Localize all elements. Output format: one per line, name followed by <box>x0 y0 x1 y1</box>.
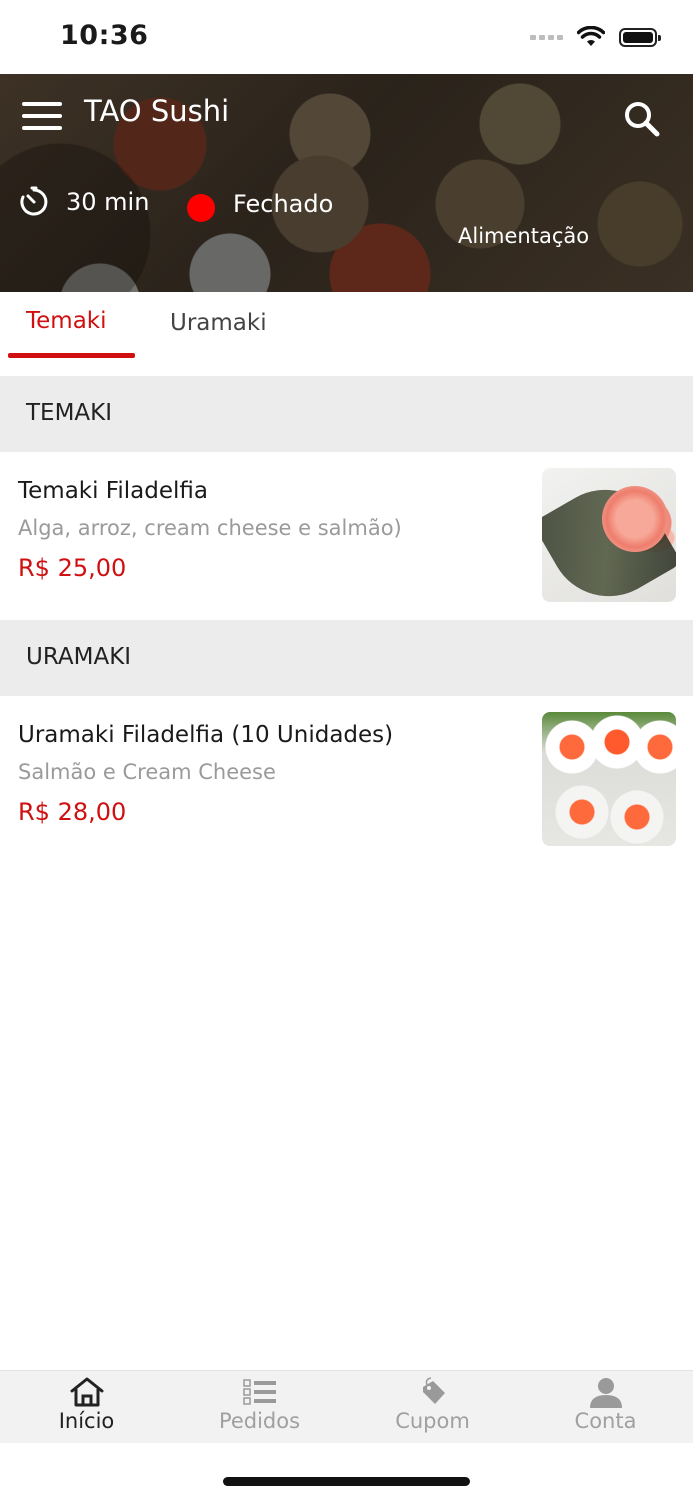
wifi-icon <box>577 26 605 46</box>
status-time: 10:36 <box>60 20 149 51</box>
product-price: R$ 25,00 <box>18 554 127 582</box>
tab-temaki[interactable]: Temaki <box>26 308 107 334</box>
category-tabs: Temaki Uramaki <box>0 292 693 376</box>
store-category: Alimentação <box>458 224 590 248</box>
product-description: Alga, arroz, cream cheese e salmão) <box>18 516 402 540</box>
nav-label: Conta <box>574 1409 637 1433</box>
tag-icon <box>422 1377 445 1404</box>
section-header-temaki: TEMAKI <box>0 376 693 452</box>
nav-item-conta[interactable]: Conta <box>519 1371 692 1443</box>
timer-icon <box>20 186 48 216</box>
store-status: Fechado <box>233 190 334 218</box>
tab-uramaki[interactable]: Uramaki <box>170 310 267 336</box>
status-bar: 10:36 <box>0 0 693 74</box>
section-title: TEMAKI <box>26 400 113 426</box>
product-item-uramaki-filadelfia[interactable]: Uramaki Filadelfia (10 Unidades) Salmão … <box>0 696 693 864</box>
delivery-time: 30 min <box>66 188 150 216</box>
search-icon[interactable] <box>623 100 661 138</box>
status-icons <box>530 26 661 48</box>
product-name: Uramaki Filadelfia (10 Unidades) <box>18 722 394 748</box>
nav-label: Início <box>58 1409 115 1433</box>
battery-icon <box>619 27 661 47</box>
store-header-banner: TAO Sushi 30 min Fechado Alimentação <box>0 74 693 292</box>
home-icon <box>70 1377 103 1407</box>
nav-label: Pedidos <box>218 1409 301 1433</box>
cellular-signal-icon <box>530 34 563 40</box>
home-indicator[interactable] <box>223 1477 470 1486</box>
section-header-uramaki: URAMAKI <box>0 620 693 696</box>
bottom-navigation: Início Pedidos Cupom Conta <box>0 1370 693 1443</box>
uramaki-photo <box>542 712 676 846</box>
nav-item-pedidos[interactable]: Pedidos <box>173 1371 346 1443</box>
section-title: URAMAKI <box>26 644 132 670</box>
closed-status-dot <box>187 194 215 222</box>
temaki-photo <box>542 468 676 602</box>
product-price: R$ 28,00 <box>18 798 127 826</box>
nav-item-cupom[interactable]: Cupom <box>346 1371 519 1443</box>
user-icon <box>589 1378 622 1408</box>
active-tab-indicator <box>8 353 135 358</box>
product-name: Temaki Filadelfia <box>18 478 208 504</box>
hamburger-menu-icon[interactable] <box>22 102 62 130</box>
nav-item-inicio[interactable]: Início <box>0 1371 173 1443</box>
nav-label: Cupom <box>395 1409 470 1433</box>
product-item-temaki-filadelfia[interactable]: Temaki Filadelfia Alga, arroz, cream che… <box>0 452 693 620</box>
list-icon <box>242 1379 276 1405</box>
product-description: Salmão e Cream Cheese <box>18 760 276 784</box>
store-name: TAO Sushi <box>84 94 230 128</box>
